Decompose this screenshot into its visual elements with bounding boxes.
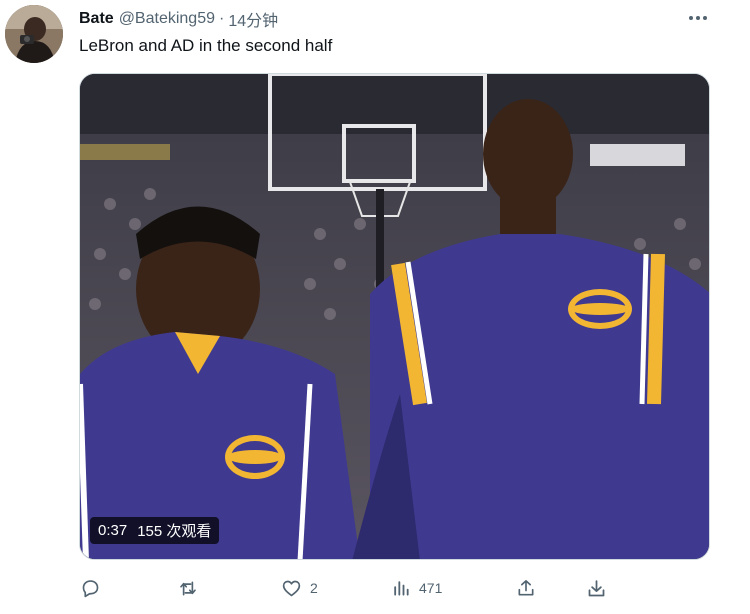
tweet-text: LeBron and AD in the second half: [79, 36, 333, 55]
like-count: 2: [310, 580, 318, 596]
view-count: 471: [419, 580, 443, 596]
action-bar: 2 471: [0, 573, 750, 603]
like-button[interactable]: 2: [281, 573, 318, 603]
analytics-icon: [394, 581, 409, 596]
bookmark-button[interactable]: [516, 573, 536, 603]
retweet-button[interactable]: [177, 573, 207, 603]
video-view-count: 155 次观看: [137, 523, 212, 540]
download-icon: [588, 579, 605, 596]
heart-icon: [282, 580, 301, 596]
author-name[interactable]: Bate: [79, 10, 114, 28]
download-button[interactable]: [586, 573, 607, 603]
video-player[interactable]: [79, 73, 710, 560]
tweet-header: Bate @Bateking59 · 14分钟: [79, 7, 278, 31]
video-info-badge: 0:37 155 次观看: [90, 517, 220, 544]
retweet-icon: [180, 581, 196, 595]
video-duration: 0:37: [98, 522, 128, 539]
tweet-timestamp[interactable]: 14分钟: [228, 7, 278, 31]
views-button[interactable]: 471: [391, 573, 442, 603]
author-avatar[interactable]: [5, 5, 63, 63]
reply-icon: [82, 579, 99, 597]
more-dots-icon: [689, 16, 707, 20]
reply-button[interactable]: [80, 573, 109, 603]
header-separator: ·: [219, 10, 225, 27]
video-frame: [80, 74, 709, 559]
more-options-button[interactable]: [684, 6, 712, 30]
share-upload-icon: [518, 580, 534, 596]
author-handle[interactable]: @Bateking59: [119, 10, 215, 28]
